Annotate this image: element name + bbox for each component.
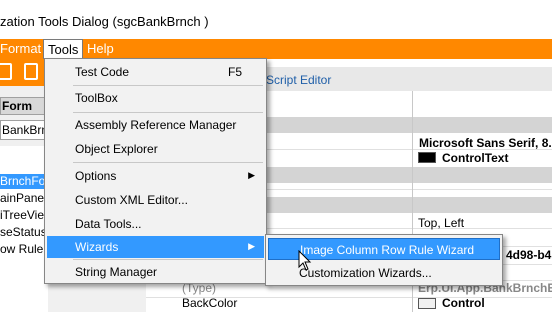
menu-separator [73, 162, 263, 163]
title-bar: zation Tools Dialog (sgcBankBrnch ) [0, 0, 552, 39]
anchor-value[interactable]: Top, Left [418, 216, 464, 230]
tab-script-editor[interactable]: Script Editor [266, 73, 331, 90]
menu-bar: Format Tools Help [0, 39, 552, 59]
backcolor-label: BackColor [182, 296, 238, 310]
menu-item-label: Custom XML Editor... [75, 193, 188, 207]
menu-help[interactable]: Help [87, 41, 114, 56]
menu-item-label: String Manager [75, 265, 158, 279]
tree-item[interactable]: iTreeVie [0, 208, 48, 223]
window-title: zation Tools Dialog (sgcBankBrnch ) [0, 14, 209, 29]
mouse-cursor-icon [298, 250, 312, 271]
submenu-arrow-icon: ▶ [248, 241, 255, 251]
guid-value[interactable]: 4d98-b4 [506, 248, 551, 262]
menu-item-object-explorer[interactable]: Object Explorer [47, 138, 264, 160]
color-swatch [418, 298, 436, 309]
menu-item-data-tools[interactable]: Data Tools... [47, 213, 264, 235]
form-header: Form [0, 97, 46, 115]
backcolor-value[interactable]: Control [442, 296, 485, 310]
menu-item-string-manager[interactable]: String Manager [47, 261, 264, 283]
menu-item-label: Customization Wizards... [299, 266, 432, 280]
menu-item-label: Object Explorer [75, 142, 158, 156]
tree-item[interactable]: ow Rule [0, 242, 48, 257]
menu-separator [73, 259, 263, 260]
menu-item-wizards[interactable]: Wizards ▶ [47, 236, 264, 258]
menu-item-label: Assembly Reference Manager [75, 118, 237, 132]
menu-item-label: Image Column Row Rule Wizard [300, 243, 475, 257]
tree-item[interactable]: BrnchFor [0, 174, 48, 189]
tree-item[interactable]: ainPanel [0, 191, 48, 206]
menu-item-label: Wizards [75, 240, 119, 254]
control-tree: BrnchFor ainPanel iTreeVie seStatus ow R… [0, 146, 48, 312]
menu-item-options[interactable]: Options ▶ [47, 165, 264, 187]
menu-separator [73, 85, 263, 86]
menu-tools[interactable]: Tools [43, 39, 84, 59]
color-swatch [418, 152, 436, 163]
tree-item[interactable]: seStatus [0, 225, 48, 240]
clipboard-icon[interactable] [24, 63, 38, 80]
open-icon[interactable] [0, 63, 12, 80]
menu-item-label: Options [75, 169, 117, 183]
tools-menu: Test Code F5 ToolBox Assembly Reference … [44, 58, 267, 284]
menu-separator [73, 112, 263, 113]
menu-item-test-code[interactable]: Test Code F5 [47, 61, 264, 83]
form-name-field[interactable]: BankBrnch [0, 120, 46, 140]
menu-format[interactable]: Format [0, 41, 41, 56]
submenu-arrow-icon: ▶ [248, 170, 255, 180]
font-value[interactable]: Microsoft Sans Serif, 8. [419, 136, 552, 150]
menu-item-label: Test Code [75, 65, 130, 79]
menu-item-toolbox[interactable]: ToolBox [47, 87, 264, 109]
shortcut-label: F5 [227, 65, 242, 79]
menu-item-assembly-reference-manager[interactable]: Assembly Reference Manager [47, 114, 264, 136]
menu-item-label: ToolBox [75, 91, 118, 105]
menu-item-label: Data Tools... [75, 217, 142, 231]
left-panel: Form BankBrnch BrnchFor ainPanel iTreeVi… [0, 86, 48, 312]
forecolor-value[interactable]: ControlText [442, 151, 508, 165]
menu-item-custom-xml-editor[interactable]: Custom XML Editor... [47, 189, 264, 211]
